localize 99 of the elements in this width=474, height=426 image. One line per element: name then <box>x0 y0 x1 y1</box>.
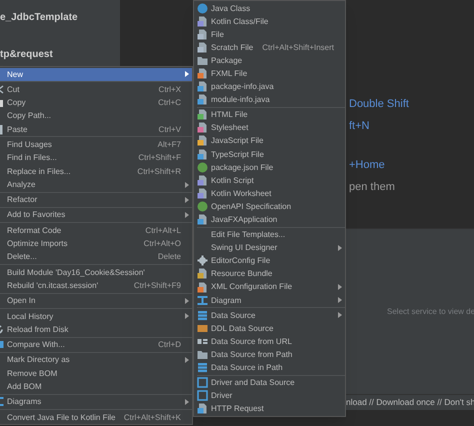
menu-item[interactable]: Resource Bundle <box>197 267 345 280</box>
tree-item[interactable]: e_JdbcTemplate <box>0 10 120 25</box>
hint-text: pen them <box>349 180 396 193</box>
menu-item[interactable]: Find in Files... Ctrl+Shift+F <box>0 151 192 165</box>
menu-item[interactable]: Kotlin Class/File <box>197 14 345 28</box>
file-icon <box>197 174 208 186</box>
menu-item[interactable]: Java Class <box>197 2 345 15</box>
menu-item[interactable]: Mark Directory as <box>0 353 192 367</box>
submenu-arrow-icon <box>185 71 189 78</box>
file-icon <box>197 135 208 146</box>
menu-item[interactable]: Driver and Data Source <box>197 376 345 390</box>
submenu-arrow-icon <box>185 357 189 364</box>
menu-item[interactable]: Data Source <box>197 308 345 322</box>
submenu-arrow-icon <box>185 196 189 203</box>
menu-item[interactable]: Kotlin Worksheet <box>197 186 345 200</box>
menu-item[interactable]: Diagrams <box>0 395 192 409</box>
menu-item[interactable]: Analyze <box>0 178 192 192</box>
square-icon <box>197 377 208 388</box>
menu-item[interactable]: Data Source from URL <box>197 334 345 348</box>
database-icon <box>197 362 208 374</box>
menu-item[interactable]: Reformat Code Ctrl+Alt+L <box>0 224 192 238</box>
menu-item[interactable]: HTML File <box>197 108 345 122</box>
menu-item[interactable]: Open In <box>0 294 192 308</box>
menu-item[interactable]: module-info.java <box>197 93 345 106</box>
menu-item[interactable]: Swing UI Designer <box>197 241 345 254</box>
submenu-arrow-icon <box>185 182 189 188</box>
menu-item[interactable]: Cut Ctrl+X <box>0 82 192 96</box>
submenu-arrow-icon <box>185 313 189 320</box>
file-icon <box>197 68 208 80</box>
menu-item[interactable]: Add to Favorites <box>0 208 192 222</box>
submenu-arrow-icon <box>185 298 189 304</box>
menu-item[interactable]: Find Usages Alt+F7 <box>0 138 192 152</box>
menu-item[interactable]: FXML File <box>197 66 345 80</box>
menu-item[interactable]: Optimize Imports Ctrl+Alt+O <box>0 237 192 250</box>
menu-item[interactable]: Package <box>197 54 345 67</box>
file-icon <box>197 188 208 199</box>
database-icon <box>197 322 208 334</box>
file-icon <box>197 403 208 414</box>
file-icon <box>197 122 208 134</box>
menu-item[interactable]: Refactor <box>0 193 192 206</box>
menu-item[interactable]: File <box>197 28 345 41</box>
menu-item[interactable]: XML Configuration File <box>197 280 345 294</box>
hint-text: Double Shift <box>349 97 410 110</box>
submenu-arrow-icon <box>338 244 342 251</box>
menu-item[interactable]: JavaScript File <box>197 134 345 148</box>
file-icon <box>197 148 208 160</box>
menu-item[interactable]: Edit File Templates... <box>197 228 345 242</box>
menu-item[interactable]: Convert Java File to Kotlin File Ctrl+Alt+Shift+K <box>0 410 192 424</box>
menu-item[interactable]: Local History <box>0 310 192 323</box>
menu-item[interactable]: Build Module 'Day16_Cookie&Session' <box>0 266 192 279</box>
menu-item[interactable]: Copy Path... <box>0 109 192 123</box>
menu-item[interactable]: Diagram <box>197 294 345 307</box>
menu-item[interactable]: Reload from Disk <box>0 322 192 336</box>
circle-icon <box>197 200 208 212</box>
circle-icon <box>197 162 208 173</box>
hint-text: ft+N <box>349 119 370 132</box>
menu-item[interactable]: TypeScript File <box>197 148 345 161</box>
menu-item[interactable]: Data Source from Path <box>197 348 345 362</box>
file-icon <box>197 94 208 106</box>
gear-icon <box>197 255 208 266</box>
menu-item[interactable]: OpenAPI Specification <box>197 200 345 213</box>
menu-item[interactable]: Remove BOM <box>0 366 192 380</box>
file-icon <box>197 268 208 280</box>
menu-item[interactable]: package.json File <box>197 160 345 174</box>
file-icon <box>197 81 208 92</box>
file-icon <box>197 214 208 226</box>
hint-text: +Home <box>349 158 386 171</box>
menu-item[interactable]: Stylesheet <box>197 121 345 134</box>
menu-item[interactable]: HTTP Request <box>197 402 345 416</box>
menu-item[interactable]: Kotlin Script <box>197 174 345 187</box>
submenu-arrow-icon <box>338 312 342 318</box>
database-icon <box>197 310 208 321</box>
tree-item[interactable]: tp&request <box>0 47 120 62</box>
menu-item[interactable]: Copy Ctrl+C <box>0 96 192 110</box>
menu-item[interactable]: Compare With... Ctrl+D <box>0 338 192 352</box>
file-icon <box>197 42 208 53</box>
menu-item[interactable]: EditorConfig File <box>197 254 345 268</box>
menu-item[interactable]: package-info.java <box>197 80 345 94</box>
menu-item[interactable]: Driver <box>197 389 345 402</box>
file-icon <box>197 16 208 27</box>
menu-item[interactable]: JavaFXApplication <box>197 213 345 226</box>
menu-item[interactable]: Paste Ctrl+V <box>0 122 192 136</box>
menu-item[interactable]: New <box>0 68 192 81</box>
submenu-arrow-icon <box>185 212 189 218</box>
menu-item[interactable]: Replace in Files... Ctrl+Shift+R <box>0 164 192 178</box>
file-icon <box>197 109 208 120</box>
file-icon <box>197 28 208 40</box>
folder-icon <box>197 348 208 360</box>
menu-item[interactable]: DDL Data Source <box>197 322 345 335</box>
menu-item[interactable]: Rebuild 'cn.itcast.session' Ctrl+Shift+F9 <box>0 278 192 292</box>
circle-icon <box>197 2 208 14</box>
file-icon <box>197 282 208 293</box>
submenu-arrow-icon <box>185 398 189 405</box>
menu-item[interactable]: Scratch File Ctrl+Alt+Shift+Insert <box>197 40 345 54</box>
menu-item[interactable]: Add BOM <box>0 380 192 394</box>
folder-icon <box>197 54 208 66</box>
menu-item[interactable]: Data Source in Path <box>197 361 345 374</box>
menu-item[interactable]: Delete... Delete <box>0 250 192 264</box>
square-icon <box>197 390 208 402</box>
